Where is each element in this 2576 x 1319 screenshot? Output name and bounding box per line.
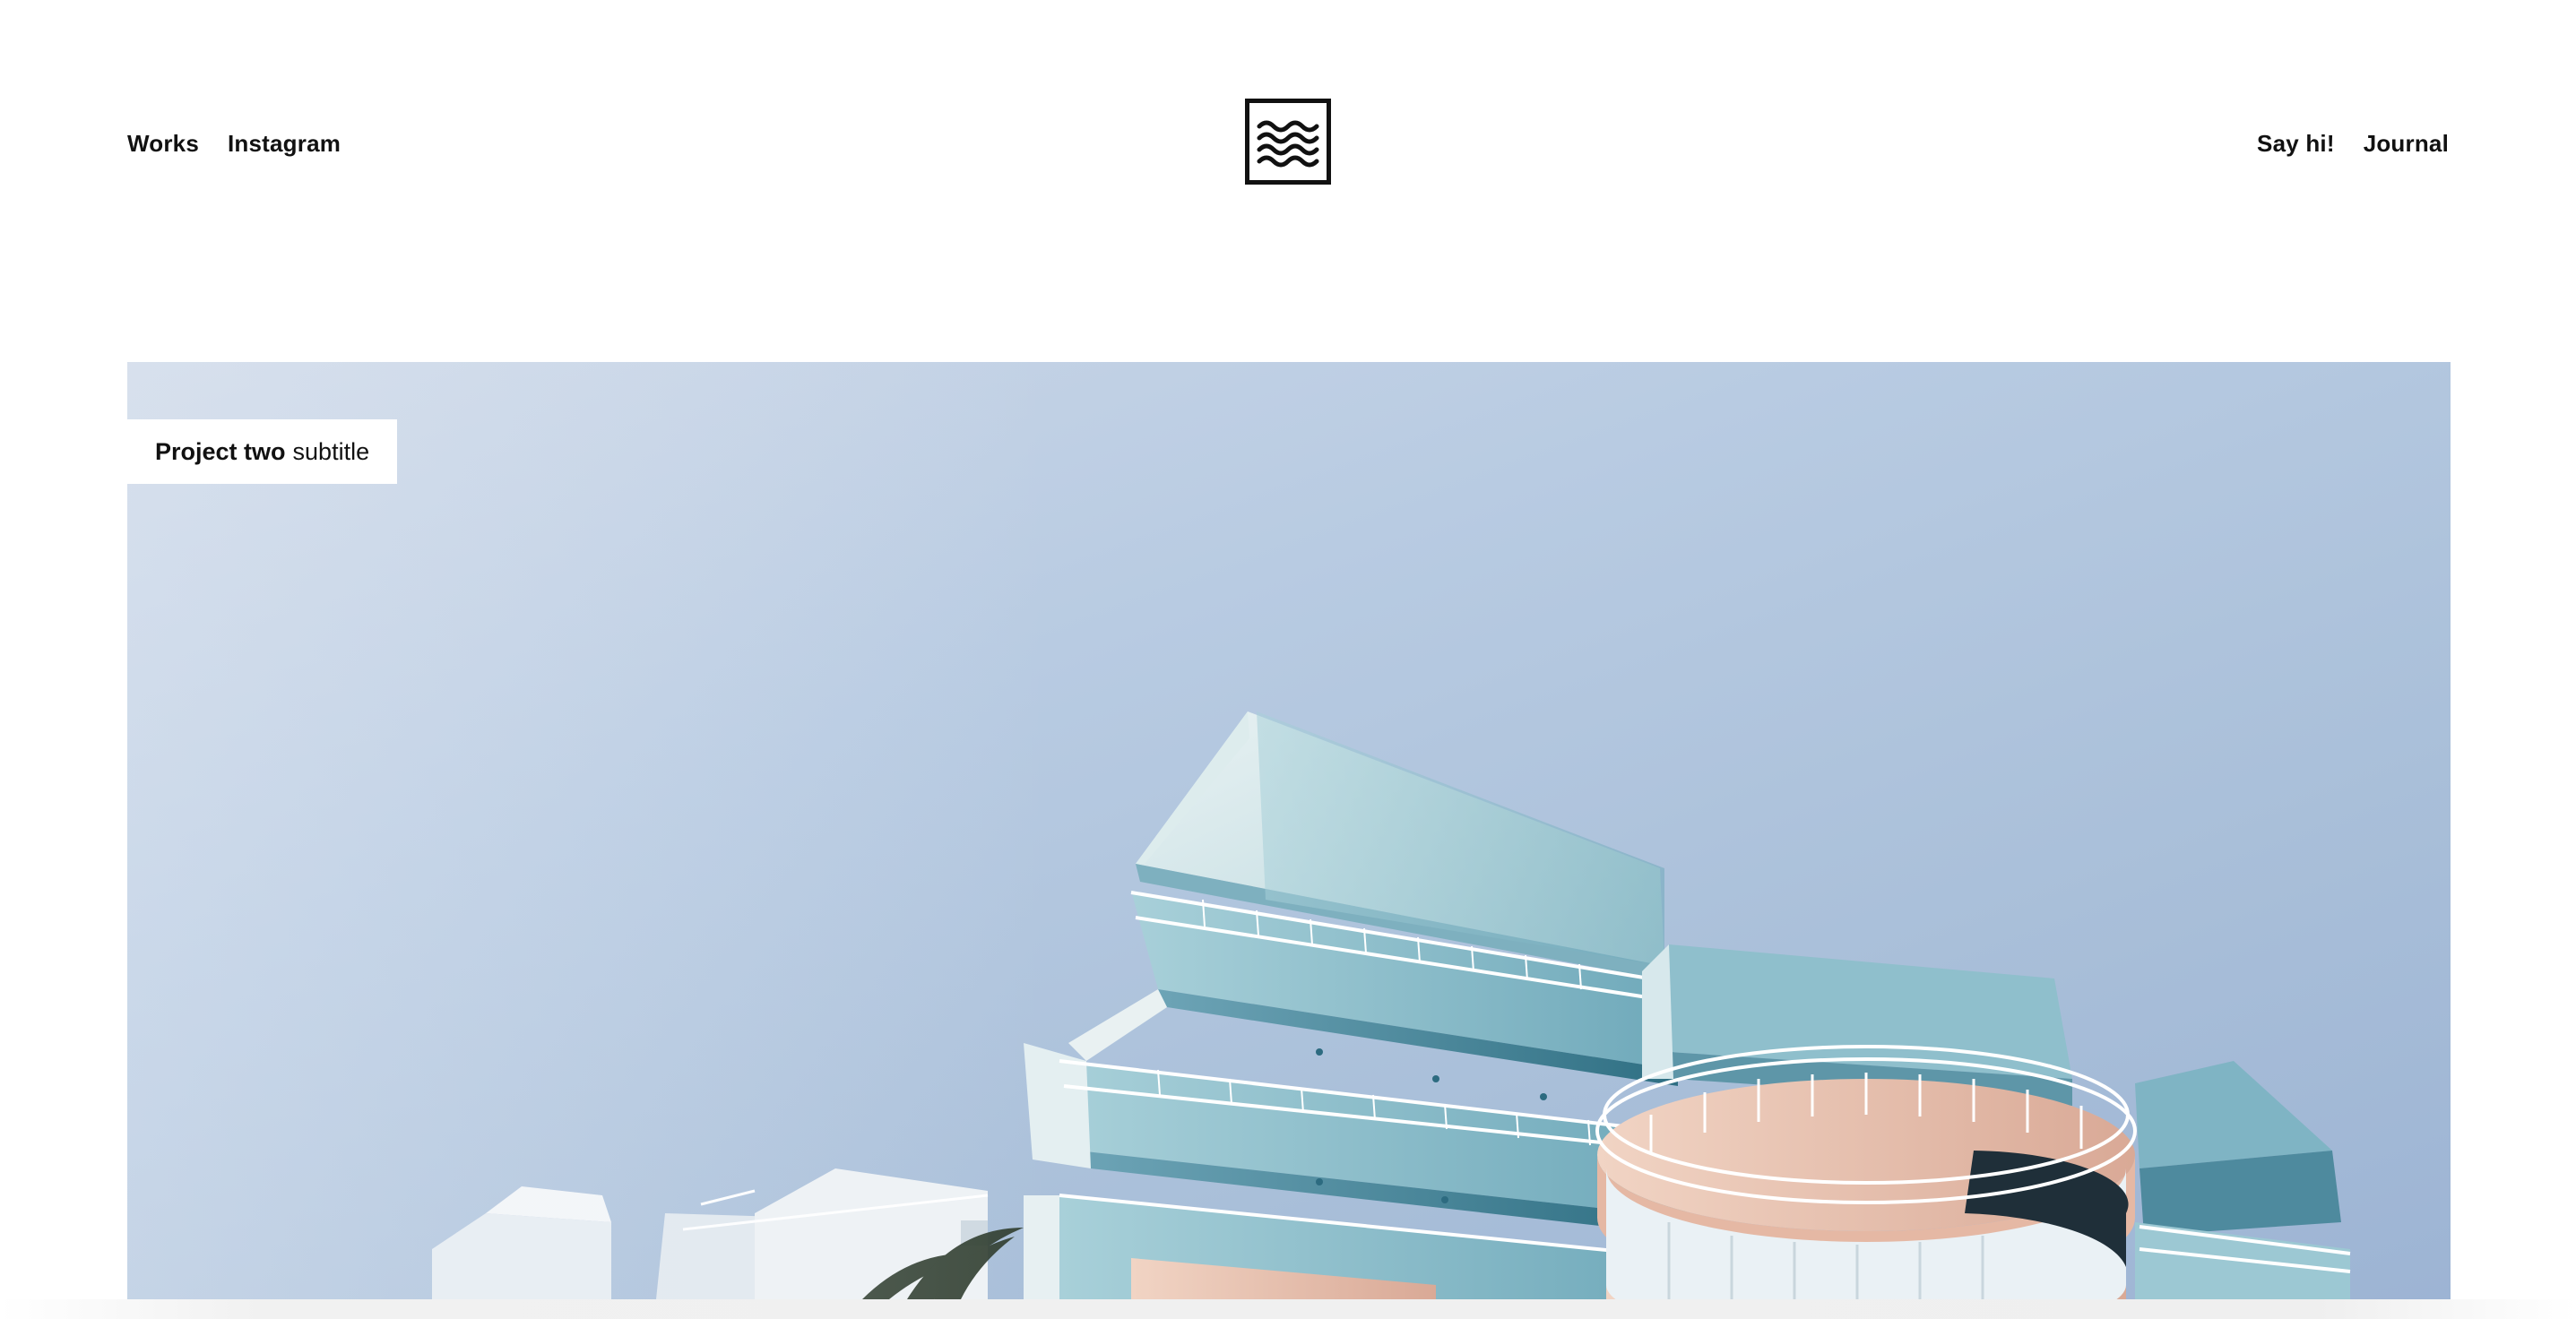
page: Works Instagram Say hi! Journal Project … <box>0 0 2576 1319</box>
project-caption[interactable]: Project two subtitle <box>127 419 398 484</box>
building-photo <box>432 711 2351 1299</box>
page-bottom-edge <box>0 1299 2576 1319</box>
nav-link-works[interactable]: Works <box>127 129 199 158</box>
project-title: Project two <box>155 437 286 465</box>
waves-logo-icon[interactable] <box>1245 99 1331 185</box>
site-header: Works Instagram Say hi! Journal <box>127 99 2449 188</box>
nav-link-say-hi[interactable]: Say hi! <box>2257 129 2335 158</box>
nav-left: Works Instagram <box>127 129 341 158</box>
nav-right: Say hi! Journal <box>2257 129 2449 158</box>
nav-link-journal[interactable]: Journal <box>2364 129 2449 158</box>
nav-link-instagram[interactable]: Instagram <box>228 129 341 158</box>
project-subtitle: subtitle <box>292 437 370 465</box>
hero-project-card[interactable]: Project two subtitle <box>127 362 2451 1299</box>
